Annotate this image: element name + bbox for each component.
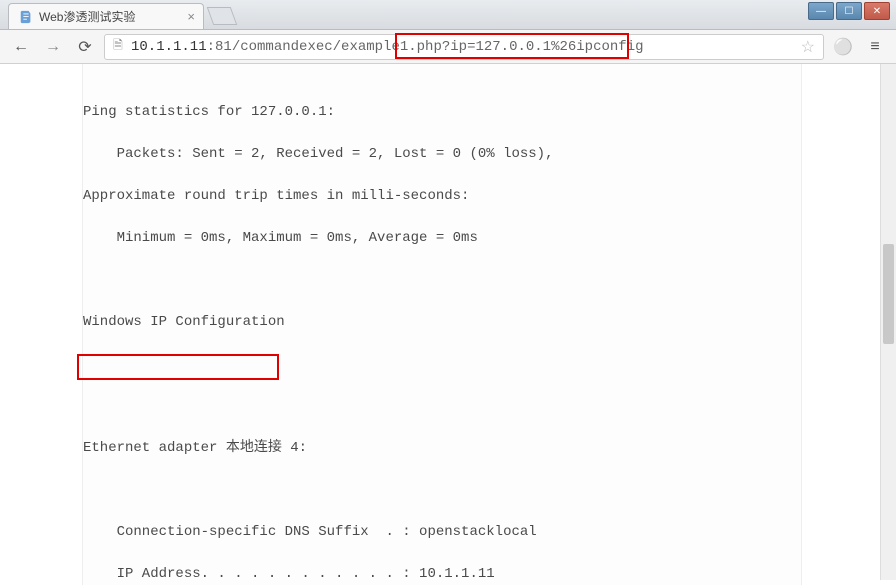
toolbar: ← → ⟳ 🗎 10.1.1.11:81/commandexec/example… — [0, 30, 896, 64]
identity-button[interactable]: ⚪ — [830, 34, 856, 60]
new-tab-button[interactable] — [207, 7, 238, 25]
bookmark-star-icon[interactable]: ☆ — [801, 37, 815, 57]
vertical-scrollbar[interactable] — [880, 64, 896, 580]
maximize-button[interactable]: ☐ — [836, 2, 862, 20]
tab-favicon-icon — [19, 10, 33, 24]
globe-icon: ⚪ — [833, 37, 853, 57]
minimize-icon: — — [816, 6, 826, 17]
tab-close-icon[interactable]: × — [187, 9, 195, 24]
tab-title: Web渗透测试实验 — [39, 8, 135, 25]
menu-button[interactable]: ≡ — [862, 34, 888, 60]
close-button[interactable]: ✕ — [864, 2, 890, 20]
page-viewport: Ping statistics for 127.0.0.1: Packets: … — [0, 64, 896, 580]
url-path: :81/commandexec/example1.php?ip=127.0.0.… — [207, 39, 644, 55]
window-controls: — ☐ ✕ — [808, 2, 890, 20]
minimize-button[interactable]: — — [808, 2, 834, 20]
reload-button[interactable]: ⟳ — [72, 34, 98, 60]
page-icon: 🗎 — [111, 40, 125, 54]
scrollbar-thumb[interactable] — [883, 244, 894, 344]
back-icon: ← — [13, 38, 29, 56]
forward-button[interactable]: → — [40, 34, 66, 60]
reload-icon: ⟳ — [78, 37, 91, 57]
forward-icon: → — [45, 38, 61, 56]
menu-icon: ≡ — [870, 38, 879, 56]
back-button[interactable]: ← — [8, 34, 34, 60]
maximize-icon: ☐ — [845, 6, 854, 17]
close-icon: ✕ — [873, 6, 881, 17]
url-host: 10.1.1.11 — [131, 39, 207, 55]
url-text: 10.1.1.11:81/commandexec/example1.php?ip… — [131, 39, 644, 55]
command-output: Ping statistics for 127.0.0.1: Packets: … — [83, 102, 801, 585]
browser-tab[interactable]: Web渗透测试实验 × — [8, 3, 204, 29]
tab-bar: Web渗透测试实验 × — [0, 0, 896, 30]
page-content: Ping statistics for 127.0.0.1: Packets: … — [82, 64, 802, 585]
address-bar[interactable]: 🗎 10.1.1.11:81/commandexec/example1.php?… — [104, 34, 824, 60]
